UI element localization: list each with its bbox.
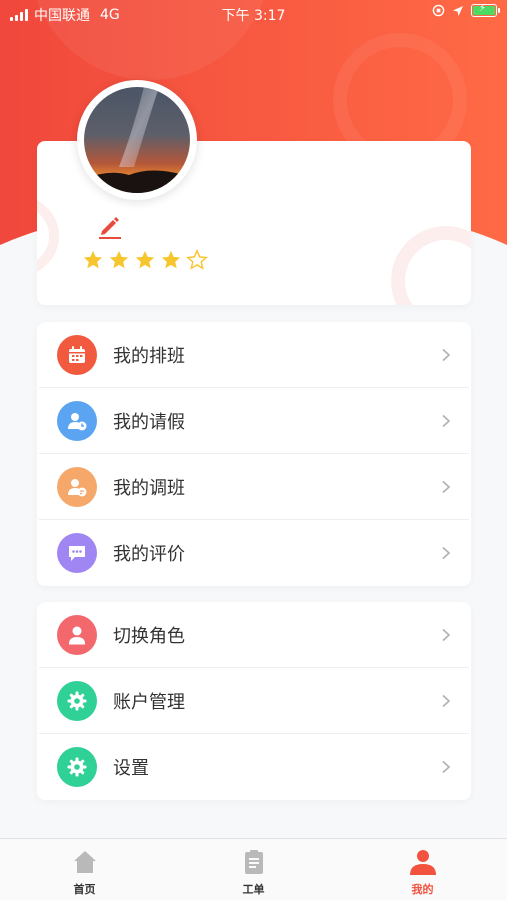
avatar[interactable] — [77, 80, 197, 200]
tab-bar: 首页 工单 我的 — [0, 838, 507, 900]
clock: 下午 3:17 — [221, 8, 286, 24]
user-icon — [57, 614, 97, 655]
decorative-ring — [37, 196, 59, 276]
menu-item[interactable]: 设置 — [39, 734, 469, 800]
calendar-icon — [57, 334, 97, 375]
chevron-right-icon — [442, 480, 451, 493]
menu-item[interactable]: 切换角色 — [39, 602, 469, 668]
menu-item[interactable]: 我的评价 — [39, 520, 469, 586]
battery-icon: ⚡ — [471, 3, 500, 17]
decorative-ring — [391, 226, 471, 305]
menu-item-label: 设置 — [113, 758, 149, 779]
menu-item-label: 我的调班 — [113, 477, 185, 499]
orientation-lock-icon — [432, 4, 445, 17]
tab-label: 首页 — [73, 883, 96, 896]
pencil-icon[interactable] — [96, 212, 124, 240]
status-bar: 中国联通 4G 下午 3:17 ⚡ — [0, 0, 507, 28]
avatar-image — [84, 87, 190, 193]
menu-item[interactable]: 我的排班 — [39, 322, 469, 388]
clipboard-icon — [239, 847, 269, 877]
tab-person[interactable]: 我的 — [338, 839, 507, 900]
tab-label: 工单 — [242, 883, 265, 896]
chevron-right-icon — [442, 694, 451, 707]
star-filled-icon — [134, 249, 156, 275]
user-clock-icon — [57, 400, 97, 441]
menu-group-account: 切换角色账户管理设置 — [37, 602, 471, 800]
menu-item[interactable]: 我的请假 — [39, 388, 469, 454]
menu-item-label: 我的排班 — [113, 345, 185, 367]
star-filled-icon — [160, 249, 182, 275]
menu-group-personal: 我的排班我的请假我的调班我的评价 — [37, 322, 471, 586]
chevron-right-icon — [442, 546, 451, 560]
star-filled-icon — [82, 249, 104, 275]
menu-item-label: 我的请假 — [113, 411, 185, 433]
tab-home[interactable]: 首页 — [0, 839, 169, 900]
gear-icon — [57, 747, 97, 787]
rating-stars — [82, 249, 208, 275]
person-icon — [408, 847, 438, 877]
gear-icon — [57, 680, 97, 721]
user-swap-icon — [57, 466, 97, 507]
star-filled-icon — [108, 249, 130, 275]
tab-label: 我的 — [411, 883, 434, 896]
chevron-right-icon — [442, 348, 451, 361]
menu-item-label: 我的评价 — [113, 544, 185, 565]
menu-item-label: 切换角色 — [113, 625, 185, 647]
menu-item-label: 账户管理 — [113, 691, 185, 713]
chevron-right-icon — [442, 414, 451, 427]
chevron-right-icon — [442, 628, 451, 641]
comment-icon — [57, 533, 97, 573]
menu-item[interactable]: 我的调班 — [39, 454, 469, 520]
tab-clipboard[interactable]: 工单 — [169, 839, 338, 900]
location-arrow-icon — [453, 5, 463, 16]
home-icon — [70, 847, 100, 877]
chevron-right-icon — [442, 760, 451, 774]
menu-item[interactable]: 账户管理 — [39, 668, 469, 734]
star-empty-icon — [186, 249, 208, 275]
